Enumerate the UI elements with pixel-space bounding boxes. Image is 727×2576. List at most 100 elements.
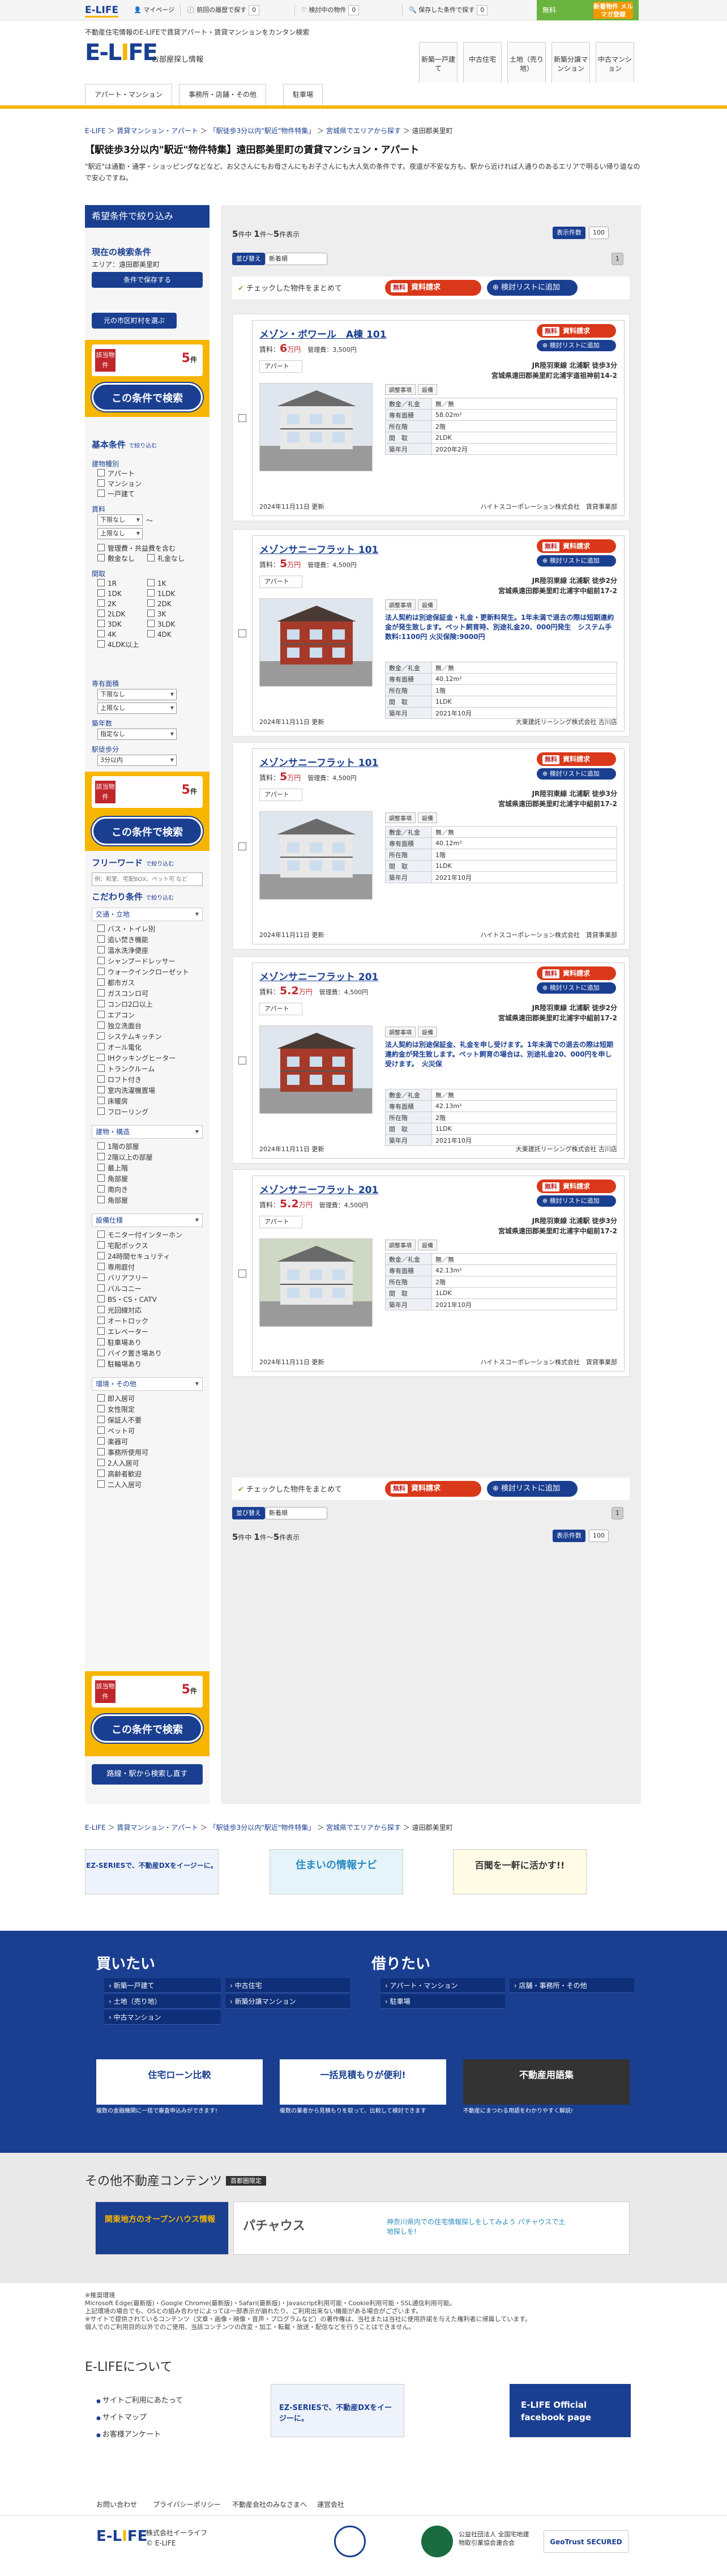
pref-option[interactable]: 駐車場あり: [97, 1338, 142, 1347]
bulk-request-button-bottom[interactable]: 無料 資料請求: [385, 1481, 481, 1497]
pref-option[interactable]: システムキッチン: [97, 1032, 162, 1041]
pref-option[interactable]: 最上階: [97, 1164, 128, 1173]
age-select[interactable]: 指定なし: [97, 729, 177, 740]
rent-link-parking[interactable]: 駐車場: [380, 1994, 505, 2009]
kind-apartment[interactable]: アパート: [97, 469, 135, 478]
favorite-button[interactable]: ⊕ 検討リストに追加: [537, 1195, 616, 1207]
layout-option[interactable]: 3K: [147, 610, 166, 619]
nav-used-mansion[interactable]: 中古マンション: [596, 42, 634, 83]
crumb-feature[interactable]: 「駅徒歩3分以内"駅近"物件特集」: [209, 127, 315, 135]
pref-option[interactable]: 南向き: [97, 1185, 128, 1194]
pref-option[interactable]: ロフト付き: [97, 1075, 142, 1084]
banner-sumai[interactable]: 住まいの情報ナビ: [270, 1849, 403, 1894]
pref-option[interactable]: シャンプードレッサー: [97, 957, 176, 966]
property-title-link[interactable]: メゾン・ボワール A棟 101: [259, 326, 387, 340]
favorite-button[interactable]: ⊕ 検討リストに追加: [537, 982, 616, 994]
pref-option[interactable]: 1階の部屋: [97, 1142, 139, 1151]
layout-option[interactable]: 3LDK: [147, 620, 175, 629]
layout-option[interactable]: 2LDK: [97, 610, 125, 619]
search-button-mid[interactable]: この条件で検索: [92, 817, 203, 845]
rail-search-button[interactable]: 路線・駅から検索し直す: [92, 1764, 203, 1785]
property-checkbox[interactable]: [238, 629, 246, 637]
request-button[interactable]: 無料 資料請求: [537, 1180, 616, 1193]
nav-land[interactable]: 土地（売り地）: [507, 42, 546, 83]
site-logo[interactable]: E-LIFE: [85, 40, 158, 66]
sort-select-top[interactable]: 新着順: [265, 253, 327, 265]
footer-agents[interactable]: 不動産会社のみなさまへ: [232, 2500, 307, 2509]
area-max-select[interactable]: 上限なし: [97, 702, 177, 714]
viewed-list-link[interactable]: ♡ 検討中の物件 0: [301, 3, 360, 17]
kind-house[interactable]: 一戸建て: [97, 489, 135, 499]
bulk-request-button[interactable]: 無料 資料請求: [385, 280, 481, 296]
rent-no-deposit[interactable]: 敷金なし: [97, 554, 135, 563]
pref-option[interactable]: エレベーター: [97, 1327, 148, 1336]
pref-option[interactable]: 角部屋: [97, 1174, 128, 1183]
property-title-link[interactable]: メゾンサニーフラット 101: [259, 542, 378, 556]
buy-link-new-mansion[interactable]: 新築分譲マンション: [225, 1994, 350, 2009]
pref-group-header[interactable]: 交通・立地: [92, 908, 203, 921]
pref-group-header[interactable]: 建物・構造: [92, 1125, 203, 1139]
footer-contact[interactable]: お問い合わせ: [96, 2500, 137, 2509]
rent-link-office[interactable]: 店舗・事務所・その他: [510, 1978, 634, 1993]
newsletter-button[interactable]: 無料 新着物件 メルマガ登録: [537, 0, 639, 20]
property-photo[interactable]: [259, 811, 373, 900]
pref-option[interactable]: ウォークインクローゼット: [97, 968, 189, 977]
buy-link-used-house[interactable]: 中古住宅: [225, 1978, 350, 1993]
property-title-link[interactable]: メゾンサニーフラット 201: [259, 969, 378, 983]
property-title-link[interactable]: メゾンサニーフラット 201: [259, 1182, 378, 1196]
about-link-sitemap[interactable]: サイトマップ: [96, 2411, 147, 2422]
footer-logo[interactable]: E-LIFE: [96, 2528, 147, 2545]
property-title-link[interactable]: メゾンサニーフラット 101: [259, 755, 378, 769]
search-button-top[interactable]: この条件で検索: [92, 383, 203, 411]
pachauss-banner[interactable]: パチャウス 神奈川県内での住宅情報探しをしてみよう パチャウスで土地探しを!: [233, 2202, 630, 2255]
pref-option[interactable]: 独立洗面台: [97, 1021, 142, 1031]
page-number-top[interactable]: 1: [611, 253, 623, 265]
pref-option[interactable]: 高齢者歓迎: [97, 1470, 142, 1479]
about-link-usage[interactable]: サイトご利用にあたって: [96, 2394, 183, 2405]
layout-option[interactable]: 4DK: [147, 630, 172, 639]
save-condition-button[interactable]: 条件で保存する: [92, 272, 203, 288]
pref-option[interactable]: 温水洗浄便座: [97, 946, 148, 955]
mypage-link[interactable]: 👤 マイページ: [134, 3, 174, 17]
property-checkbox[interactable]: [238, 1270, 246, 1278]
request-button[interactable]: 無料 資料請求: [537, 324, 616, 338]
pref-option[interactable]: オートロック: [97, 1317, 148, 1326]
pref-option[interactable]: 事務所使用可: [97, 1448, 148, 1457]
pref-option[interactable]: 都市ガス: [97, 978, 135, 987]
nav-new-mansion[interactable]: 新築分譲マンション: [551, 42, 590, 83]
layout-option[interactable]: 2DK: [147, 599, 172, 608]
pref-option[interactable]: コンロ2口以上: [97, 1000, 153, 1009]
layout-option[interactable]: 1R: [97, 579, 117, 588]
banner-hyakubun[interactable]: 百聞を一軒に活かす!!: [453, 1849, 587, 1894]
crumb-home[interactable]: E-LIFE: [85, 127, 106, 135]
freeword-input[interactable]: [92, 872, 203, 886]
layout-option[interactable]: 4K: [97, 630, 117, 639]
pref-option[interactable]: 2階以上の部屋: [97, 1153, 153, 1162]
walk-select[interactable]: 3分以内: [97, 755, 177, 766]
pref-option[interactable]: 追い焚き機能: [97, 935, 148, 944]
layout-option[interactable]: 2K: [97, 599, 117, 608]
pref-option[interactable]: 女性限定: [97, 1405, 135, 1414]
pref-option[interactable]: 24時間セキュリティ: [97, 1252, 170, 1261]
rent-link-apartment[interactable]: アパート・マンション: [380, 1978, 505, 1993]
pref-option[interactable]: バス・トイレ別: [97, 925, 155, 934]
pref-option[interactable]: BS・CS・CATV: [97, 1295, 157, 1304]
pref-option[interactable]: バリアフリー: [97, 1274, 148, 1283]
geotrust-seal[interactable]: GeoTrust SECURED: [544, 2530, 628, 2553]
pref-option[interactable]: 保証人不要: [97, 1416, 142, 1425]
page-number-bottom[interactable]: 1: [611, 1507, 623, 1519]
nav-apartment[interactable]: アパート・マンション: [85, 84, 172, 105]
layout-option[interactable]: 1K: [147, 579, 166, 588]
rent-no-keymoney[interactable]: 礼金なし: [147, 554, 185, 563]
search-button-bottom[interactable]: この条件で検索: [92, 1714, 203, 1743]
pref-option[interactable]: モニター付インターホン: [97, 1230, 182, 1240]
pref-option[interactable]: 二人入居可: [97, 1480, 142, 1489]
pref-option[interactable]: IHクッキングヒーター: [97, 1054, 176, 1063]
promo-loan[interactable]: 住宅ローン比較: [96, 2059, 263, 2105]
layout-option[interactable]: 1DK: [97, 589, 122, 598]
pref-option[interactable]: 2人入居可: [97, 1459, 139, 1468]
footer-company[interactable]: 運営会社: [317, 2500, 344, 2509]
pref-option[interactable]: バルコニー: [97, 1284, 142, 1293]
footer-privacy[interactable]: プライバシーポリシー: [153, 2500, 221, 2509]
pref-option[interactable]: 室内洗濯機置場: [97, 1086, 155, 1095]
